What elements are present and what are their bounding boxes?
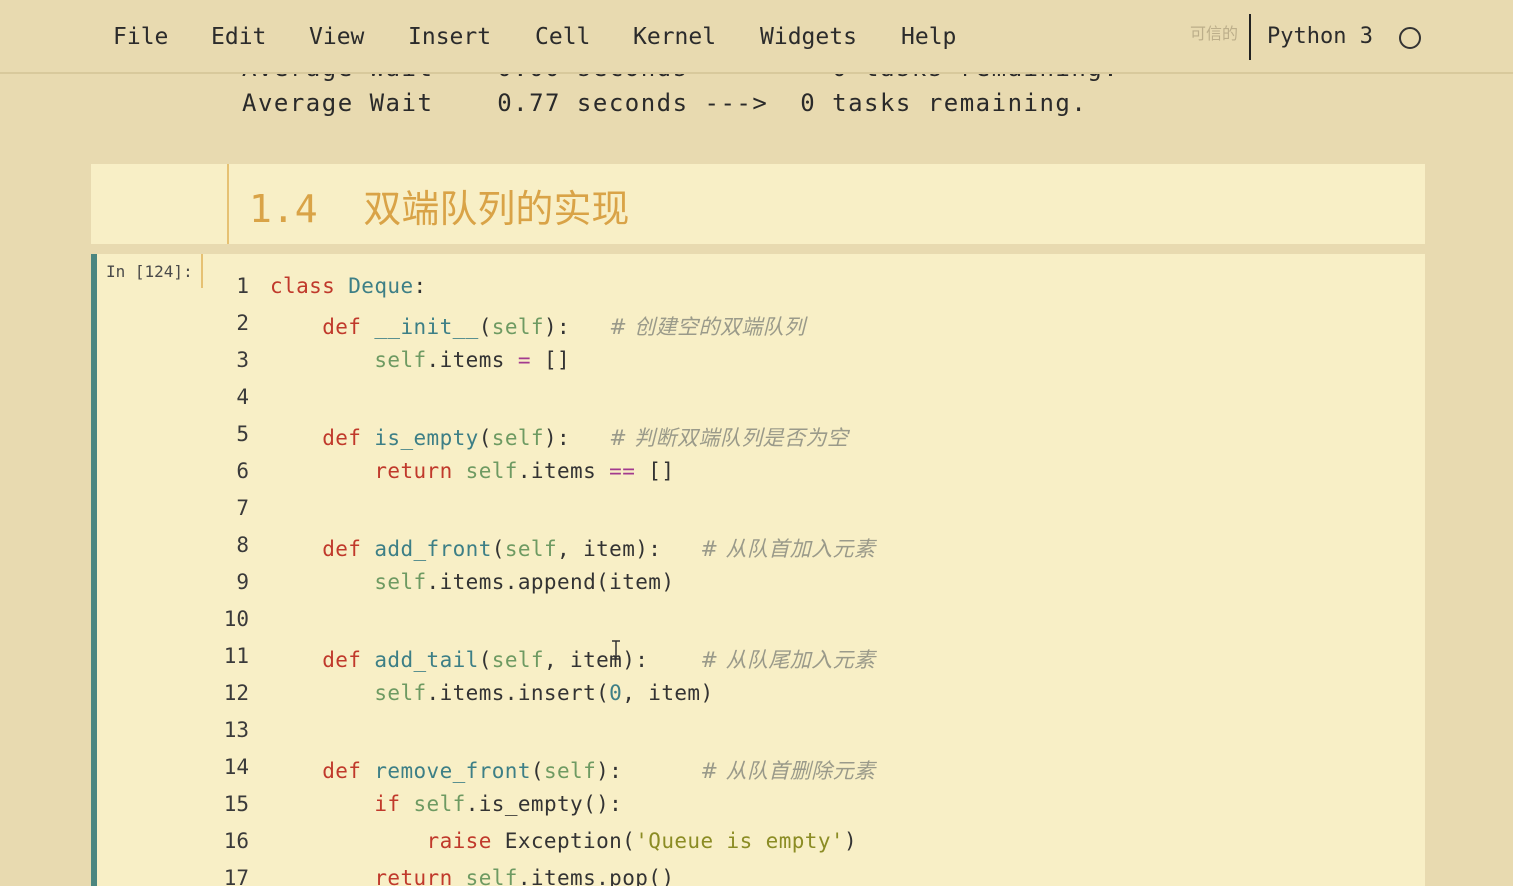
line-number: 9 bbox=[236, 570, 249, 594]
menu-cell[interactable]: Cell bbox=[535, 24, 590, 50]
code-text[interactable]: def __init__(self): # 创建空的双端队列 bbox=[270, 311, 805, 341]
kernel-name[interactable]: Python 3 bbox=[1267, 24, 1373, 49]
text-cursor-icon bbox=[612, 640, 620, 660]
selected-cell-indicator bbox=[91, 254, 97, 886]
code-text[interactable]: def add_tail(self, item): # 从队尾加入元素 bbox=[270, 644, 875, 674]
markdown-cell[interactable]: 1.4 双端队列的实现 bbox=[91, 164, 1425, 244]
code-text[interactable]: self.items.append(item) bbox=[270, 570, 674, 594]
line-number: 8 bbox=[236, 533, 249, 557]
kernel-status-icon bbox=[1399, 27, 1421, 49]
line-number: 15 bbox=[223, 792, 249, 816]
line-number: 5 bbox=[236, 422, 249, 446]
line-number: 1 bbox=[236, 274, 249, 298]
output-line: Average Wait 0.77 seconds ---> 0 tasks r… bbox=[242, 89, 1088, 117]
code-text[interactable]: def is_empty(self): # 判断双端队列是否为空 bbox=[270, 422, 848, 452]
prompt-divider bbox=[227, 164, 229, 244]
line-number: 17 bbox=[223, 866, 249, 886]
line-number: 6 bbox=[236, 459, 249, 483]
line-number: 14 bbox=[223, 755, 249, 779]
code-text[interactable]: return self.items == [] bbox=[270, 459, 674, 483]
code-text[interactable]: raise Exception('Queue is empty') bbox=[270, 829, 857, 853]
line-number: 11 bbox=[223, 644, 249, 668]
code-text[interactable]: self.items.insert(0, item) bbox=[270, 681, 714, 705]
code-text[interactable]: self.items = [] bbox=[270, 348, 570, 372]
prompt-divider bbox=[201, 254, 203, 288]
line-number: 12 bbox=[223, 681, 249, 705]
code-text[interactable]: return self.items.pop() bbox=[270, 866, 674, 886]
trusted-indicator[interactable]: 可信的 bbox=[1190, 20, 1238, 44]
line-number: 2 bbox=[236, 311, 249, 335]
line-number: 4 bbox=[236, 385, 249, 409]
menu-file[interactable]: File bbox=[113, 24, 168, 50]
code-text[interactable]: def add_front(self, item): # 从队首加入元素 bbox=[270, 533, 875, 563]
menu-widgets[interactable]: Widgets bbox=[760, 24, 857, 50]
code-cell[interactable]: In [124]: 1 class Deque: 2 def __init__(se… bbox=[91, 254, 1425, 886]
line-number: 7 bbox=[236, 496, 249, 520]
line-number: 3 bbox=[236, 348, 249, 372]
code-text[interactable]: class Deque: bbox=[270, 274, 427, 298]
menu-view[interactable]: View bbox=[309, 24, 364, 50]
code-text[interactable]: def remove_front(self): # 从队首删除元素 bbox=[270, 755, 875, 785]
line-number: 10 bbox=[223, 607, 249, 631]
notebook-container: Average Wait 0.00 seconds 0 tasks remain… bbox=[0, 0, 1513, 886]
code-text[interactable]: if self.is_empty(): bbox=[270, 792, 622, 816]
menu-kernel[interactable]: Kernel bbox=[633, 24, 716, 50]
section-heading: 1.4 双端队列的实现 bbox=[249, 187, 630, 231]
kernel-divider bbox=[1249, 14, 1251, 60]
line-number: 13 bbox=[223, 718, 249, 742]
menubar: File Edit View Insert Cell Kernel Widget… bbox=[0, 0, 1513, 74]
jupyter-notebook-page: Average Wait 0.00 seconds 0 tasks remain… bbox=[0, 0, 1513, 886]
menu-insert[interactable]: Insert bbox=[408, 24, 491, 50]
input-prompt: In [124]: bbox=[106, 262, 193, 281]
menu-help[interactable]: Help bbox=[901, 24, 956, 50]
menu-edit[interactable]: Edit bbox=[211, 24, 266, 50]
line-number: 16 bbox=[223, 829, 249, 853]
